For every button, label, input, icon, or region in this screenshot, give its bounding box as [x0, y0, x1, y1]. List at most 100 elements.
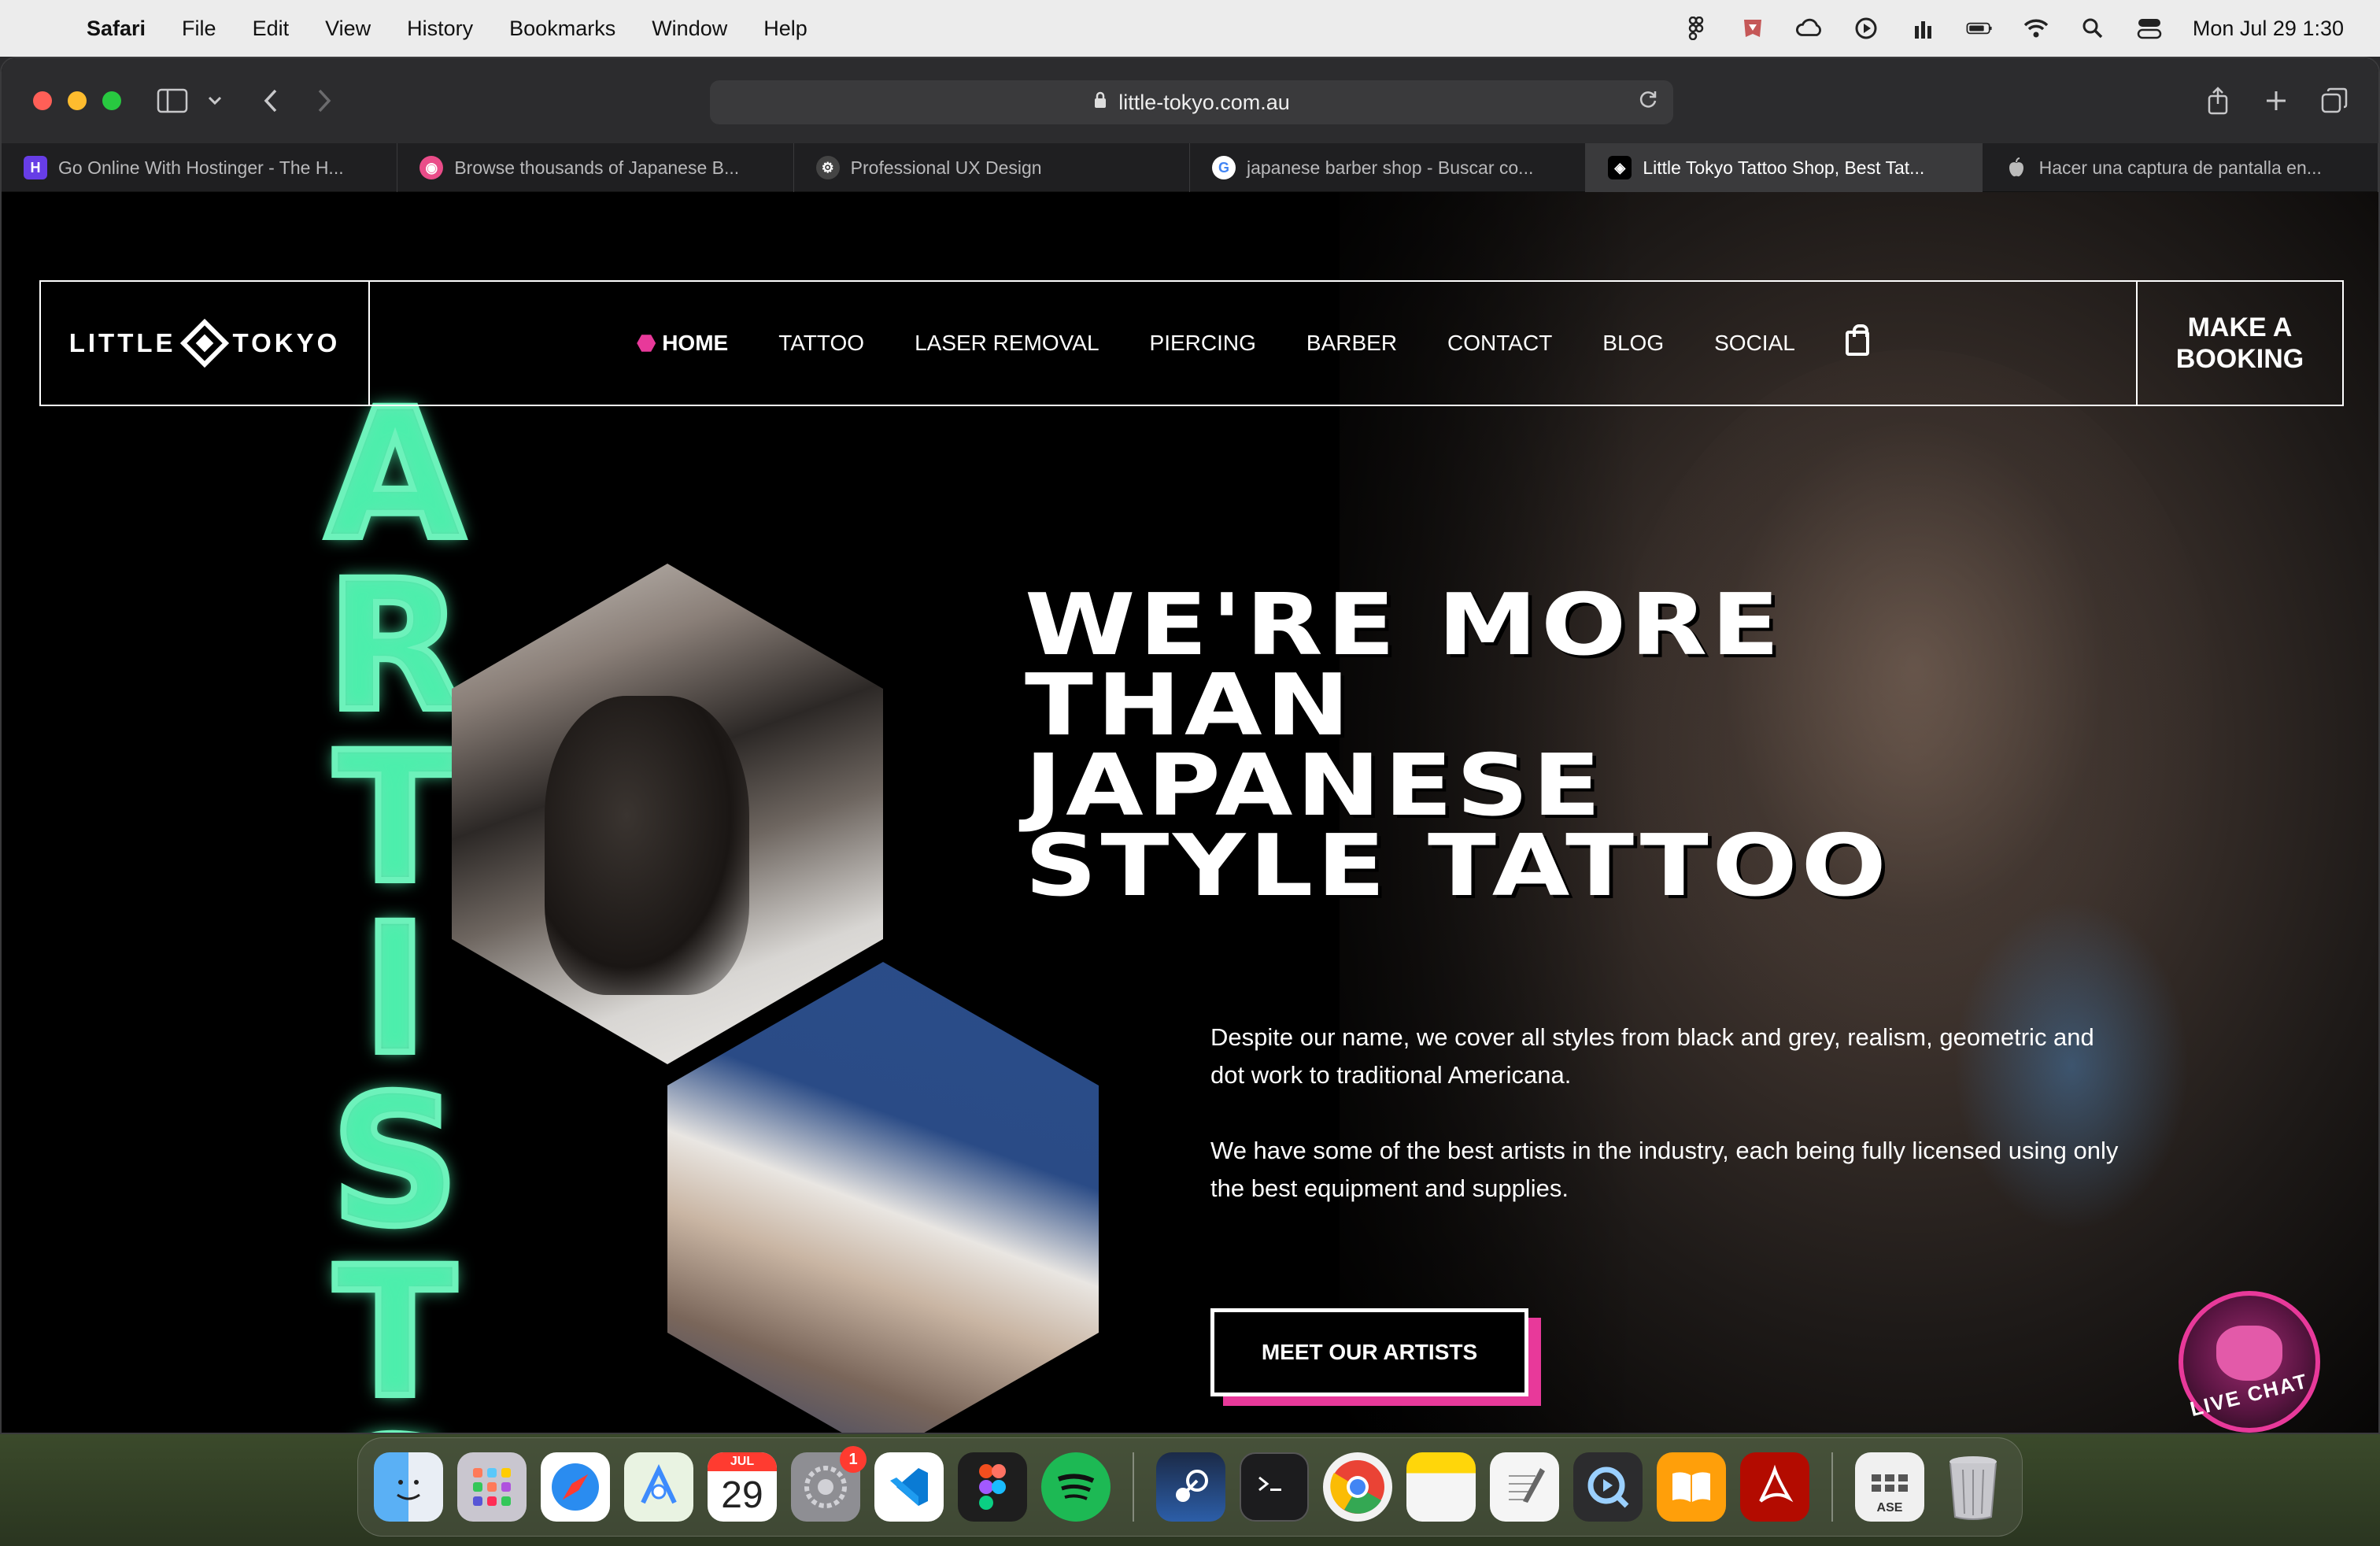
menu-window[interactable]: Window: [652, 17, 727, 41]
hostinger-favicon-icon: H: [24, 156, 47, 179]
hero-headline: WE'RE MORE THAN JAPANESE STYLE TATTOO: [1025, 576, 2325, 909]
neon-letter: T: [331, 1228, 460, 1434]
hero-paragraph-2: We have some of the best artists in the …: [1210, 1137, 2119, 1202]
address-bar[interactable]: little-tokyo.com.au: [710, 80, 1673, 124]
menu-file[interactable]: File: [182, 17, 216, 41]
nav-blog[interactable]: BLOG: [1602, 331, 1664, 356]
trash-icon[interactable]: [1938, 1452, 2008, 1522]
shopping-bag-icon[interactable]: [1845, 324, 1869, 356]
ase-folder-icon[interactable]: ASE: [1855, 1452, 1924, 1522]
menu-edit[interactable]: Edit: [253, 17, 290, 41]
tab-hostinger[interactable]: H Go Online With Hostinger - The H...: [2, 143, 398, 192]
menu-app-name[interactable]: Safari: [87, 17, 146, 41]
terminal-icon[interactable]: [1240, 1452, 1309, 1522]
window-controls: [33, 91, 121, 110]
live-chat-button[interactable]: LIVE CHAT: [2179, 1291, 2320, 1433]
share-icon[interactable]: [2202, 82, 2234, 120]
calendar-month: JUL: [708, 1452, 777, 1471]
close-window-button[interactable]: [33, 91, 52, 110]
site-logo[interactable]: LITTLE TOKYO: [41, 282, 370, 405]
safari-icon[interactable]: [541, 1452, 610, 1522]
maps-icon[interactable]: [624, 1452, 693, 1522]
meet-our-artists-button[interactable]: MEET OUR ARTISTS: [1210, 1308, 1528, 1396]
zoom-window-button[interactable]: [102, 91, 121, 110]
hexagon-icon: [637, 335, 656, 352]
nav-tattoo[interactable]: TATTOO: [778, 331, 864, 356]
apple-favicon-icon: [2005, 156, 2028, 179]
steam-icon[interactable]: [1156, 1452, 1225, 1522]
menu-clock[interactable]: Mon Jul 29 1:30: [2193, 17, 2344, 41]
tab-bar: H Go Online With Hostinger - The H... ◉ …: [2, 143, 2378, 192]
headline-line: WE'RE MORE: [1025, 576, 1783, 675]
booking-line-2: BOOKING: [2175, 344, 2304, 374]
tab-little-tokyo[interactable]: ◈ Little Tokyo Tattoo Shop, Best Tat...: [1586, 143, 1983, 192]
chevron-down-icon[interactable]: [203, 82, 227, 120]
meet-our-artists-cta: MEET OUR ARTISTS: [1210, 1308, 1541, 1406]
calendar-icon[interactable]: JUL 29: [708, 1452, 777, 1522]
neon-letter: S: [327, 1056, 463, 1266]
menu-history[interactable]: History: [407, 17, 473, 41]
nav-laser-removal[interactable]: LASER REMOVAL: [915, 331, 1099, 356]
tattoo-artist-figure: [545, 696, 749, 995]
tab-dribbble[interactable]: ◉ Browse thousands of Japanese B...: [397, 143, 794, 192]
menu-bar: Safari File Edit View History Bookmarks …: [0, 0, 2380, 57]
logo-diamond-icon: [179, 318, 229, 368]
spotify-icon[interactable]: [1041, 1452, 1111, 1522]
acrobat-icon[interactable]: [1740, 1452, 1809, 1522]
back-icon[interactable]: [255, 82, 286, 120]
wand-icon[interactable]: [1909, 17, 1936, 39]
little-tokyo-favicon-icon: ◈: [1608, 156, 1632, 179]
nav-home-label: HOME: [662, 331, 729, 355]
menu-view[interactable]: View: [325, 17, 371, 41]
finder-icon[interactable]: [374, 1452, 443, 1522]
system-settings-icon[interactable]: 1: [791, 1446, 867, 1522]
launchpad-icon[interactable]: [457, 1452, 527, 1522]
battery-icon[interactable]: [1966, 17, 1993, 39]
ase-label: ASE: [1876, 1501, 1903, 1515]
nav-piercing[interactable]: PIERCING: [1150, 331, 1256, 356]
neon-letter: T: [331, 713, 460, 923]
address-bar-url: little-tokyo.com.au: [1118, 90, 1290, 114]
control-center-icon[interactable]: [2136, 17, 2163, 39]
tab-title: Go Online With Hostinger - The H...: [58, 157, 344, 178]
wifi-icon[interactable]: [2023, 17, 2049, 39]
new-tab-icon[interactable]: [2260, 82, 2292, 120]
dock: JUL 29 1 ASE: [357, 1437, 2023, 1537]
nav-barber[interactable]: BARBER: [1306, 331, 1397, 356]
play-icon[interactable]: [1853, 17, 1879, 39]
tab-overview-icon[interactable]: [2319, 82, 2350, 120]
nav-home[interactable]: HOME: [637, 331, 728, 356]
nav-contact[interactable]: CONTACT: [1447, 331, 1552, 356]
reload-icon[interactable]: [1637, 88, 1659, 117]
menu-help[interactable]: Help: [763, 17, 808, 41]
tab-ux-design[interactable]: ⚙ Professional UX Design: [794, 143, 1190, 192]
forward-icon[interactable]: [309, 82, 340, 120]
books-icon[interactable]: [1657, 1452, 1726, 1522]
search-icon[interactable]: [2079, 17, 2106, 39]
tab-title: Hacer una captura de pantalla en...: [2038, 157, 2322, 178]
sidebar-toggle-icon[interactable]: [153, 82, 192, 120]
textedit-icon[interactable]: [1490, 1452, 1559, 1522]
extension-icon[interactable]: [1739, 17, 1766, 39]
headline-line: THAN: [1025, 656, 1354, 755]
creative-cloud-icon[interactable]: [1795, 17, 1823, 39]
web-page: A R T I S T S LITTLE TOKYO HOME TATTOO: [2, 192, 2378, 1434]
notification-badge: 1: [840, 1446, 867, 1473]
make-a-booking-button[interactable]: MAKE A BOOKING: [2136, 282, 2342, 405]
neon-letter: I: [359, 885, 432, 1094]
tab-apple-support[interactable]: Hacer una captura de pantalla en...: [1983, 143, 2378, 192]
notes-icon[interactable]: [1406, 1452, 1476, 1522]
nav-social[interactable]: SOCIAL: [1714, 331, 1795, 356]
neon-letter: S: [327, 1411, 463, 1433]
vscode-icon[interactable]: [874, 1452, 944, 1522]
quicktime-icon[interactable]: [1573, 1452, 1643, 1522]
menu-bookmarks[interactable]: Bookmarks: [509, 17, 615, 41]
status-area: Mon Jul 29 1:30: [1683, 0, 2344, 57]
minimize-window-button[interactable]: [68, 91, 87, 110]
figma-app-icon[interactable]: [958, 1452, 1027, 1522]
logo-text-left: LITTLE: [68, 328, 176, 357]
nav-links: HOME TATTOO LASER REMOVAL PIERCING BARBE…: [370, 282, 2136, 405]
figma-icon[interactable]: [1683, 17, 1709, 40]
chrome-icon[interactable]: [1323, 1452, 1392, 1522]
tab-google-search[interactable]: G japanese barber shop - Buscar co...: [1190, 143, 1587, 192]
